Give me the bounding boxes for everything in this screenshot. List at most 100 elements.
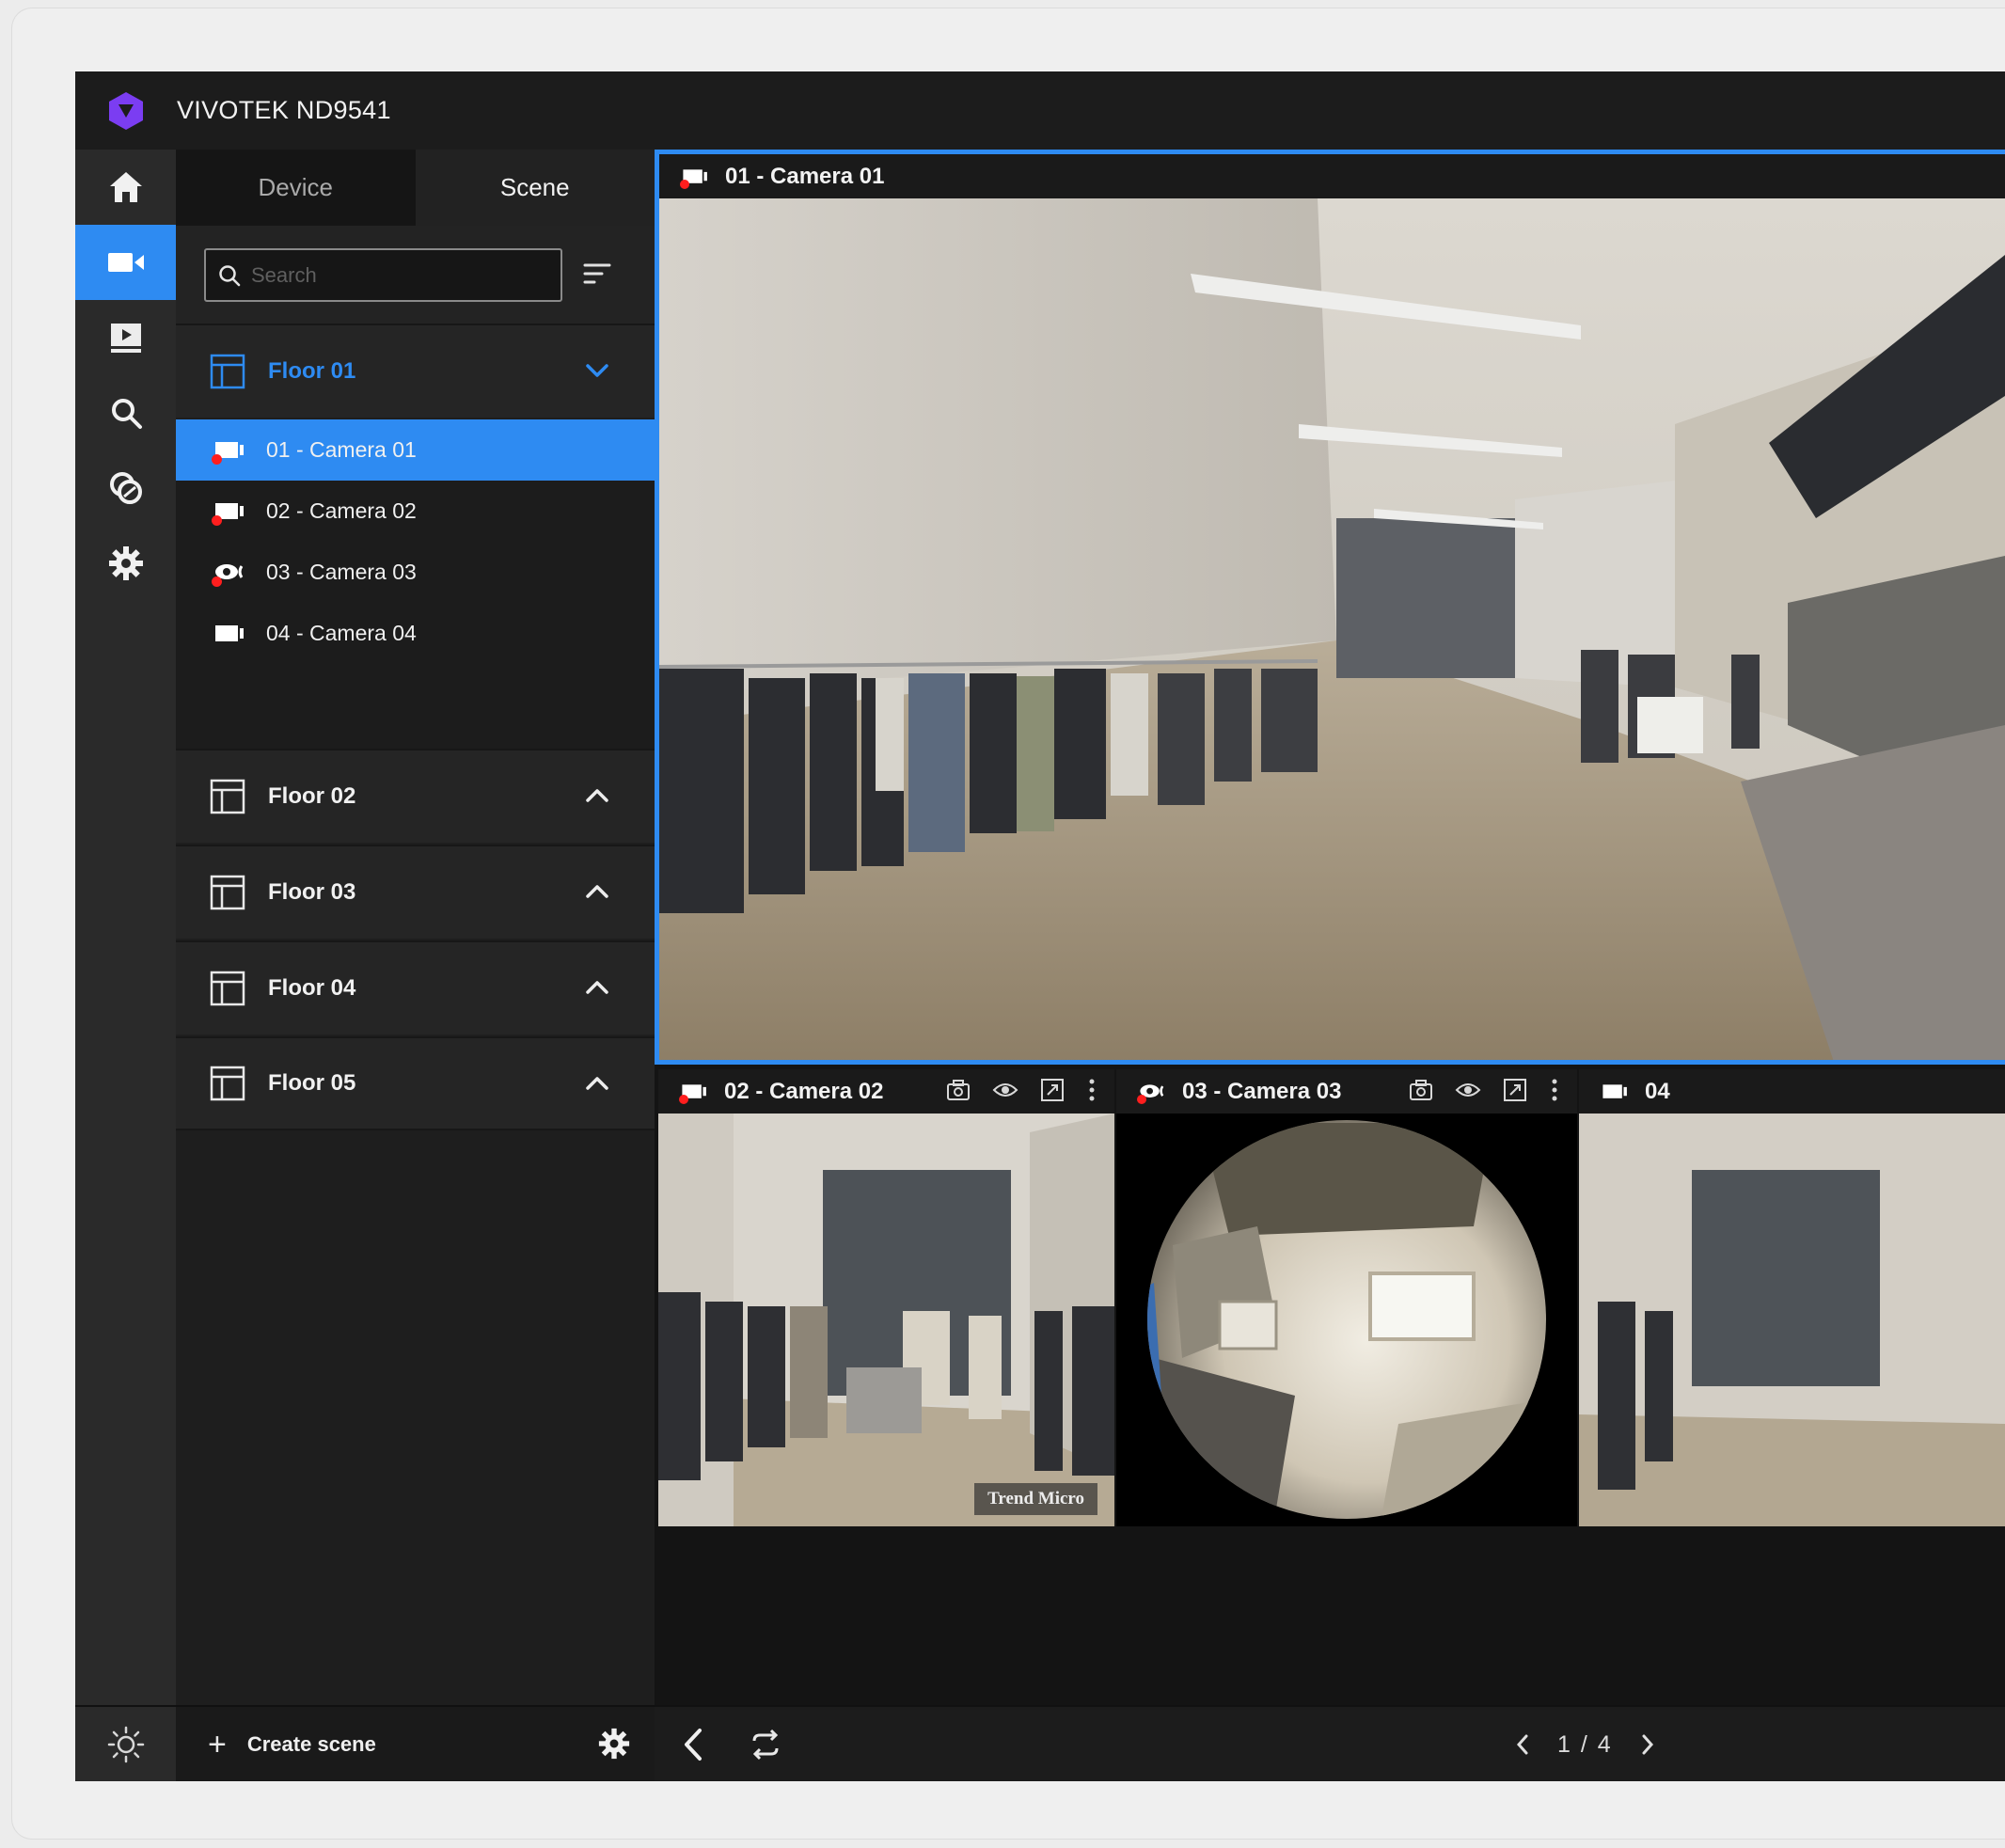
snapshot-camera-icon[interactable] [945,1077,971,1103]
next-page-icon[interactable] [1634,1726,1662,1763]
recording-dot-icon [679,1094,688,1104]
tile-header: 01 - Camera 01 [659,154,2005,198]
chevron-down-icon[interactable] [582,355,612,386]
tile-title: 04 [1645,1078,1670,1104]
video-tile-01[interactable]: 01 - Camera 01 [655,150,2005,1065]
video-tile-03[interactable]: 03 - Camera 03 [1116,1069,1577,1526]
eye-icon[interactable] [1455,1077,1481,1103]
create-scene-button[interactable]: Create scene [247,1732,376,1757]
page-separator: / [1580,1730,1589,1758]
recording-dot-icon [212,453,222,465]
camera-item-02[interactable]: 02 - Camera 02 [176,481,655,542]
bullet-camera-icon [679,1080,711,1104]
bullet-camera-icon [1600,1080,1632,1104]
vivotek-logo-icon [103,88,149,134]
floor-label: Floor 03 [268,879,356,905]
fisheye-camera-icon [212,559,249,587]
back-arrow-icon[interactable] [679,1726,707,1768]
chevron-up-icon[interactable] [582,877,612,907]
camera-list: 01 - Camera 01 02 - Camera 02 03 - Camer… [176,419,655,749]
loop-icon[interactable] [749,1728,782,1766]
chevron-up-icon[interactable] [582,781,612,811]
page-indicator: 1 / 4 [1508,1726,1662,1763]
floor-label: Floor 05 [268,1070,356,1096]
tile-header: 04 [1579,1069,2005,1114]
eye-icon[interactable] [992,1077,1018,1103]
fisheye-feed-image [1116,1114,1577,1526]
chevron-up-icon[interactable] [582,972,612,1003]
bullet-camera-icon [212,498,249,526]
app-title: VIVOTEK ND9541 [177,96,391,124]
floor-plan-icon [210,354,245,389]
fullscreen-icon[interactable] [1502,1077,1528,1103]
camera-label: 03 - Camera 03 [266,560,417,584]
current-page: 1 [1557,1730,1572,1758]
floor-item-01[interactable]: Floor 01 [176,324,655,418]
settings-gear-icon[interactable] [75,526,176,601]
video-tile-02[interactable]: 02 - Camera 02 Trend Micro [658,1069,1114,1526]
snapshot-camera-icon[interactable] [1408,1077,1434,1103]
tab-device[interactable]: Device [176,150,416,226]
recording-dot-icon [1137,1094,1146,1104]
theme-sun-icon[interactable] [75,1705,176,1781]
floor-plan-icon [210,1066,245,1101]
bullet-camera-icon [680,165,712,189]
tile-title: 01 - Camera 01 [725,163,885,189]
floor-item-04[interactable]: Floor 04 [176,940,655,1035]
more-vertical-icon[interactable] [1086,1077,1097,1103]
home-icon[interactable] [75,150,176,225]
floor-item-03[interactable]: Floor 03 [176,845,655,939]
search-input[interactable] [251,262,533,288]
search-box [204,248,562,302]
camera-label: 04 - Camera 04 [266,621,417,645]
plus-icon[interactable]: + [208,1729,227,1761]
watermark-label: Trend Micro [974,1483,1097,1515]
search-icon [219,264,241,286]
camera-feed-image [1579,1114,2005,1526]
camera-item-04[interactable]: 04 - Camera 04 [176,603,655,664]
floor-plan-icon [210,875,245,910]
floor-label: Floor 04 [268,975,356,1001]
camera-label: 02 - Camera 02 [266,498,417,523]
total-pages: 4 [1597,1730,1613,1758]
tile-header: 03 - Camera 03 [1116,1069,1577,1114]
top-bar: VIVOTEK ND9541 [75,71,2005,150]
bullet-camera-icon [212,620,249,648]
camera-item-03[interactable]: 03 - Camera 03 [176,542,655,603]
previous-page-icon[interactable] [1508,1726,1537,1763]
floor-label: Floor 02 [268,783,356,809]
more-vertical-icon[interactable] [1549,1077,1560,1103]
nav-rail [75,150,176,1781]
floor-item-05[interactable]: Floor 05 [176,1036,655,1130]
camera-feed-image: Trend Micro [658,1114,1114,1526]
chevron-up-icon[interactable] [582,1068,612,1098]
floor-plan-icon [210,779,245,814]
alarm-icon[interactable] [75,450,176,526]
scene-panel: Device Scene Floor 01 01 - [176,150,655,1781]
recording-dot-icon [680,179,689,189]
create-scene-bar: + Create scene [176,1705,655,1781]
page-number: 1 / 4 [1557,1731,1613,1759]
panel-tabs: Device Scene [176,150,655,226]
recording-dot-icon [212,514,222,526]
floor-label: Floor 01 [268,358,356,384]
video-tile-04[interactable]: 04 [1579,1069,2005,1526]
tile-toolbar [1408,1077,1560,1103]
live-view-icon[interactable] [75,225,176,300]
sort-icon[interactable] [582,260,612,292]
tile-title: 02 - Camera 02 [724,1078,884,1104]
tab-scene[interactable]: Scene [415,150,655,226]
tile-header: 02 - Camera 02 [658,1069,1114,1114]
camera-item-01[interactable]: 01 - Camera 01 [176,419,655,481]
tile-title: 03 - Camera 03 [1182,1078,1342,1104]
floor-plan-icon [210,971,245,1006]
fullscreen-icon[interactable] [1039,1077,1066,1103]
floor-item-02[interactable]: Floor 02 [176,749,655,843]
search-icon[interactable] [75,375,176,450]
fisheye-camera-icon [1137,1080,1169,1104]
recording-dot-icon [212,576,222,587]
search-row [176,226,655,324]
app-window: VIVOTEK ND9541 Device Scene Search Floor… [75,71,2005,1781]
playback-icon[interactable] [75,300,176,375]
scene-settings-gear-icon[interactable] [598,1728,630,1764]
